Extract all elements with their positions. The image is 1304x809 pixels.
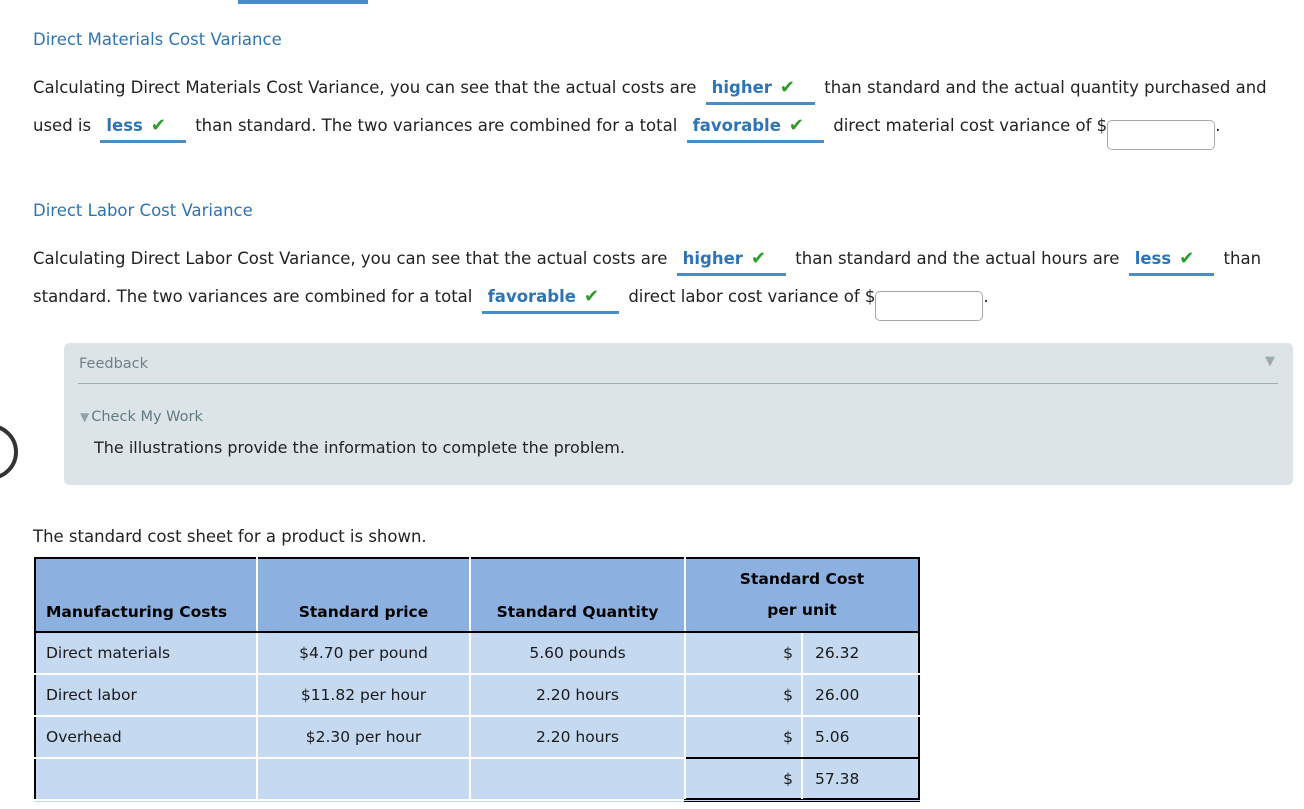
cell-currency-0: $ — [685, 632, 802, 674]
dl-variance-amount-input[interactable] — [875, 291, 983, 321]
cell-quantity-0: 5.60 pounds — [470, 632, 685, 674]
cell-cost-2: Overhead — [35, 716, 257, 758]
cell-unit-cost-3: 57.38 — [802, 758, 919, 800]
cell-price-0: $4.70 per pound — [257, 632, 470, 674]
cell-cost-3 — [35, 758, 257, 800]
cell-quantity-3 — [470, 758, 685, 800]
col-header-standard-price: Standard price — [257, 558, 470, 632]
triangle-down-icon: ▼ — [80, 410, 89, 424]
dm-text-5: . — [1215, 116, 1220, 135]
dm-answer-chip-higher[interactable]: higher ✔ — [706, 75, 815, 105]
table-row-total: $ 57.38 — [35, 758, 919, 800]
cell-unit-cost-1: 26.00 — [802, 674, 919, 716]
heading-direct-labor-cost-variance: Direct Labor Cost Variance — [33, 201, 253, 220]
cell-quantity-2: 2.20 hours — [470, 716, 685, 758]
standard-cost-sheet-table: Manufacturing Costs Standard price Stand… — [34, 557, 920, 802]
check-icon: ✔ — [584, 286, 613, 307]
dm-answer-chip-less[interactable]: less ✔ — [100, 113, 186, 143]
dl-text-2: than standard and the actual hours are — [795, 249, 1119, 268]
table-caption: The standard cost sheet for a product is… — [33, 527, 427, 546]
cell-price-1: $11.82 per hour — [257, 674, 470, 716]
cell-cost-0: Direct materials — [35, 632, 257, 674]
check-icon: ✔ — [1179, 248, 1208, 269]
table-row: Direct labor $11.82 per hour 2.20 hours … — [35, 674, 919, 716]
check-icon: ✔ — [151, 115, 180, 136]
table-row: Direct materials $4.70 per pound 5.60 po… — [35, 632, 919, 674]
feedback-title: Feedback — [79, 356, 148, 372]
check-my-work-toggle[interactable]: ▼Check My Work — [80, 409, 203, 425]
check-my-work-label: Check My Work — [91, 409, 203, 425]
paragraph-direct-labor: Calculating Direct Labor Cost Variance, … — [33, 240, 1295, 321]
left-edge-circle-annotation — [0, 424, 18, 480]
dm-text-4: direct material cost variance of $ — [833, 116, 1107, 135]
dm-answer-chip-favorable[interactable]: favorable ✔ — [687, 113, 824, 143]
dm-text-1: Calculating Direct Materials Cost Varian… — [33, 78, 696, 97]
dl-answer-chip-higher[interactable]: higher ✔ — [677, 246, 786, 276]
dl-answer-chip-less[interactable]: less ✔ — [1129, 246, 1215, 276]
col-header-standard-quantity: Standard Quantity — [470, 558, 685, 632]
dm-chip3-label: favorable — [693, 116, 781, 135]
divider — [78, 383, 1278, 384]
dl-chip3-label: favorable — [488, 287, 576, 306]
check-icon: ✔ — [789, 115, 818, 136]
dm-variance-amount-input[interactable] — [1107, 120, 1215, 150]
col-header-manufacturing-costs: Manufacturing Costs — [35, 558, 257, 632]
col-header-line2: per unit — [696, 595, 908, 626]
dm-chip2-label: less — [106, 116, 143, 135]
table-row: Overhead $2.30 per hour 2.20 hours $ 5.0… — [35, 716, 919, 758]
check-icon: ✔ — [780, 77, 809, 98]
cell-currency-1: $ — [685, 674, 802, 716]
dl-text-1: Calculating Direct Labor Cost Variance, … — [33, 249, 667, 268]
paragraph-direct-materials: Calculating Direct Materials Cost Varian… — [33, 69, 1295, 150]
cell-currency-2: $ — [685, 716, 802, 758]
dl-text-5: . — [983, 287, 988, 306]
top-progress-bar — [238, 0, 368, 4]
chevron-down-icon[interactable]: ▼ — [1265, 355, 1275, 368]
dl-text-4: direct labor cost variance of $ — [628, 287, 875, 306]
feedback-panel: Feedback ▼ ▼Check My Work The illustrati… — [64, 343, 1293, 485]
dl-chip2-label: less — [1135, 249, 1172, 268]
cell-unit-cost-2: 5.06 — [802, 716, 919, 758]
cell-currency-3: $ — [685, 758, 802, 800]
col-header-line1: Standard Cost — [696, 564, 908, 595]
cell-price-2: $2.30 per hour — [257, 716, 470, 758]
check-icon: ✔ — [751, 248, 780, 269]
dl-answer-chip-favorable[interactable]: favorable ✔ — [482, 284, 619, 314]
dm-chip1-label: higher — [712, 78, 772, 97]
col-header-standard-cost-per-unit: Standard Cost per unit — [685, 558, 919, 632]
cell-cost-1: Direct labor — [35, 674, 257, 716]
cell-price-3 — [257, 758, 470, 800]
check-my-work-body: The illustrations provide the informatio… — [94, 438, 625, 457]
cell-unit-cost-0: 26.32 — [802, 632, 919, 674]
cell-quantity-1: 2.20 hours — [470, 674, 685, 716]
page-root: Direct Materials Cost Variance Calculati… — [0, 0, 1304, 809]
table-header-row: Manufacturing Costs Standard price Stand… — [35, 558, 919, 632]
dm-text-3: than standard. The two variances are com… — [195, 116, 677, 135]
dl-chip1-label: higher — [683, 249, 743, 268]
heading-direct-materials-cost-variance: Direct Materials Cost Variance — [33, 30, 282, 49]
